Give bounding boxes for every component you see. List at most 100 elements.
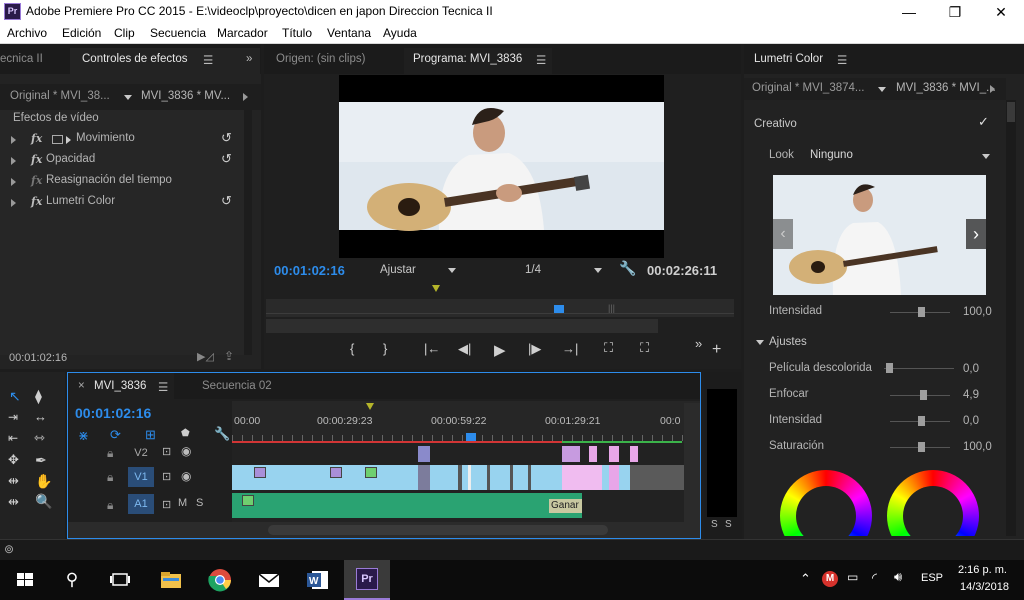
menu-ayuda[interactable]: Ayuda [383, 26, 417, 40]
filter-icon[interactable]: ▶◿ [197, 350, 214, 363]
expand-icon[interactable] [11, 199, 16, 207]
effects-timecode[interactable]: 00:01:02:16 [9, 352, 67, 364]
resolution-dropdown[interactable]: 1/4 [520, 262, 606, 280]
creative-enable-checkbox[interactable]: ✓ [978, 114, 989, 130]
file-explorer-icon[interactable] [157, 566, 185, 594]
zoom-tool-icon[interactable]: 🔍 [35, 493, 52, 510]
wrench-icon[interactable]: 🔧 [214, 426, 230, 442]
go-to-out-button[interactable]: →| [562, 341, 578, 356]
menu-secuencia[interactable]: Secuencia [150, 26, 206, 40]
wrench-icon[interactable]: 🔧 [619, 260, 636, 277]
clock-time[interactable]: 2:16 p. m. [958, 564, 1007, 576]
slider-value[interactable]: 0,0 [963, 415, 979, 427]
track-tool-icon[interactable]: ⇹ [8, 494, 19, 510]
clip-v2[interactable] [630, 446, 638, 462]
linked-selection-icon[interactable]: ⟳ [110, 427, 121, 443]
premiere-taskbar-button[interactable]: Pr [344, 560, 390, 600]
tab-sequence-02[interactable]: Secuencia 02 [202, 380, 272, 392]
close-button[interactable]: ✕ [978, 0, 1024, 24]
effect-row-opacity[interactable]: fx Opacidad ↺ [0, 151, 252, 172]
slider-value[interactable]: 0,0 [963, 363, 979, 375]
lumetri-source-clip[interactable]: Original * MVI_3874... [752, 82, 865, 94]
task-view-icon[interactable] [106, 566, 134, 594]
export-icon[interactable]: ⇪ [224, 349, 234, 363]
lock-icon[interactable]: 🔒︎ [107, 470, 113, 485]
play-button[interactable]: ▶ [494, 341, 506, 359]
faded-film-slider[interactable] [884, 368, 954, 369]
slider-value[interactable]: 4,9 [963, 389, 979, 401]
menu-marcador[interactable]: Marcador [217, 26, 268, 40]
step-forward-button[interactable]: |▶ [528, 341, 541, 357]
menu-edicion[interactable]: Edición [62, 26, 101, 40]
program-video-frame[interactable] [339, 75, 664, 258]
lift-icon[interactable]: ⛶ [604, 340, 613, 356]
track-label-v1[interactable]: V1 [128, 467, 154, 487]
go-to-in-button[interactable]: |← [424, 341, 440, 356]
track-label-v2[interactable]: V2 [128, 444, 154, 462]
transform-icon[interactable] [52, 135, 63, 144]
antivirus-icon[interactable]: M [822, 571, 838, 587]
playhead-timecode[interactable]: 00:01:02:16 [274, 263, 345, 278]
lock-icon[interactable]: 🔒︎ [107, 446, 113, 461]
tab-prev[interactable]: ecnica II [0, 53, 43, 65]
eye-icon[interactable]: ◉ [181, 469, 191, 483]
battery-icon[interactable]: ▭ [847, 570, 858, 584]
step-back-button[interactable]: ◀| [458, 341, 471, 357]
more-tabs-icon[interactable]: » [246, 53, 252, 65]
look-intensity-knob[interactable] [918, 307, 925, 317]
close-icon[interactable]: × [78, 380, 85, 392]
solo-label[interactable]: S [711, 519, 718, 530]
tab-sequence-mvi[interactable]: MVI_3836 [94, 380, 146, 392]
clip-v2[interactable] [418, 446, 430, 462]
ripple-edit-tool-icon[interactable]: ⇥ [8, 410, 18, 424]
collapse-icon[interactable] [756, 340, 764, 345]
clip-v2[interactable] [609, 446, 619, 462]
panel-menu-icon[interactable]: ☰ [203, 53, 213, 67]
play-only-icon[interactable] [243, 93, 248, 101]
extract-icon[interactable]: ⛶ [640, 340, 649, 356]
sync-lock-icon[interactable]: ⊡ [162, 445, 171, 458]
creative-section-label[interactable]: Creativo [754, 118, 797, 130]
mail-icon[interactable] [255, 566, 283, 594]
timeline-horizontal-scrollbar[interactable] [68, 522, 700, 538]
saturation-knob[interactable] [918, 442, 925, 452]
reset-icon[interactable]: ↺ [221, 193, 232, 209]
monitor-playhead[interactable] [554, 305, 564, 313]
slip-tool-icon[interactable]: ✥ [8, 452, 19, 468]
shadow-tint-wheel[interactable] [780, 470, 872, 536]
chevron-down-icon[interactable] [878, 87, 886, 92]
eye-icon[interactable]: ◉ [181, 444, 191, 458]
slide-tool-icon[interactable]: ⇹ [8, 473, 19, 489]
sequence-clip-label[interactable]: MVI_3836 * MV... [141, 90, 230, 102]
expand-icon[interactable] [11, 136, 16, 144]
word-icon[interactable]: W [304, 566, 332, 594]
sync-lock-icon[interactable]: ⊡ [162, 498, 171, 511]
timeline-ruler[interactable]: 00:00 00:00:29:23 00:00:59:22 00:01:29:2… [232, 401, 700, 445]
mark-out-button[interactable]: } [383, 341, 387, 356]
minimize-button[interactable]: — [886, 0, 932, 24]
effect-row-motion[interactable]: fx Movimiento ↺ [0, 130, 252, 151]
clip-label[interactable]: Ganar [549, 499, 582, 513]
rate-stretch-tool-icon[interactable]: ⇤ [8, 431, 18, 445]
fx-icon[interactable]: fx [31, 195, 42, 208]
track-label-a1[interactable]: A1 [128, 494, 154, 514]
pen-tool-icon[interactable]: ✒ [35, 452, 47, 469]
look-dropdown[interactable]: Ninguno [806, 145, 996, 165]
panel-menu-icon[interactable]: ☰ [837, 53, 847, 67]
menu-titulo[interactable]: Título [282, 26, 312, 40]
more-controls-icon[interactable]: » [695, 336, 702, 351]
solo-button[interactable]: S [196, 497, 203, 509]
menu-ventana[interactable]: Ventana [327, 26, 371, 40]
vibrance-knob[interactable] [918, 416, 925, 426]
chrome-icon[interactable] [206, 566, 234, 594]
expand-icon[interactable] [990, 85, 995, 93]
clock-date[interactable]: 14/3/2018 [960, 581, 1009, 593]
in-point-marker[interactable] [432, 285, 440, 292]
in-point-marker[interactable] [366, 403, 374, 410]
reset-icon[interactable]: ↺ [221, 130, 232, 146]
lumetri-scrollbar[interactable] [1006, 100, 1016, 536]
expand-icon[interactable] [11, 178, 16, 186]
timeline-vertical-scrollbar[interactable] [684, 403, 700, 522]
sharpen-knob[interactable] [920, 390, 927, 400]
track-area[interactable]: Ganar [232, 443, 684, 522]
